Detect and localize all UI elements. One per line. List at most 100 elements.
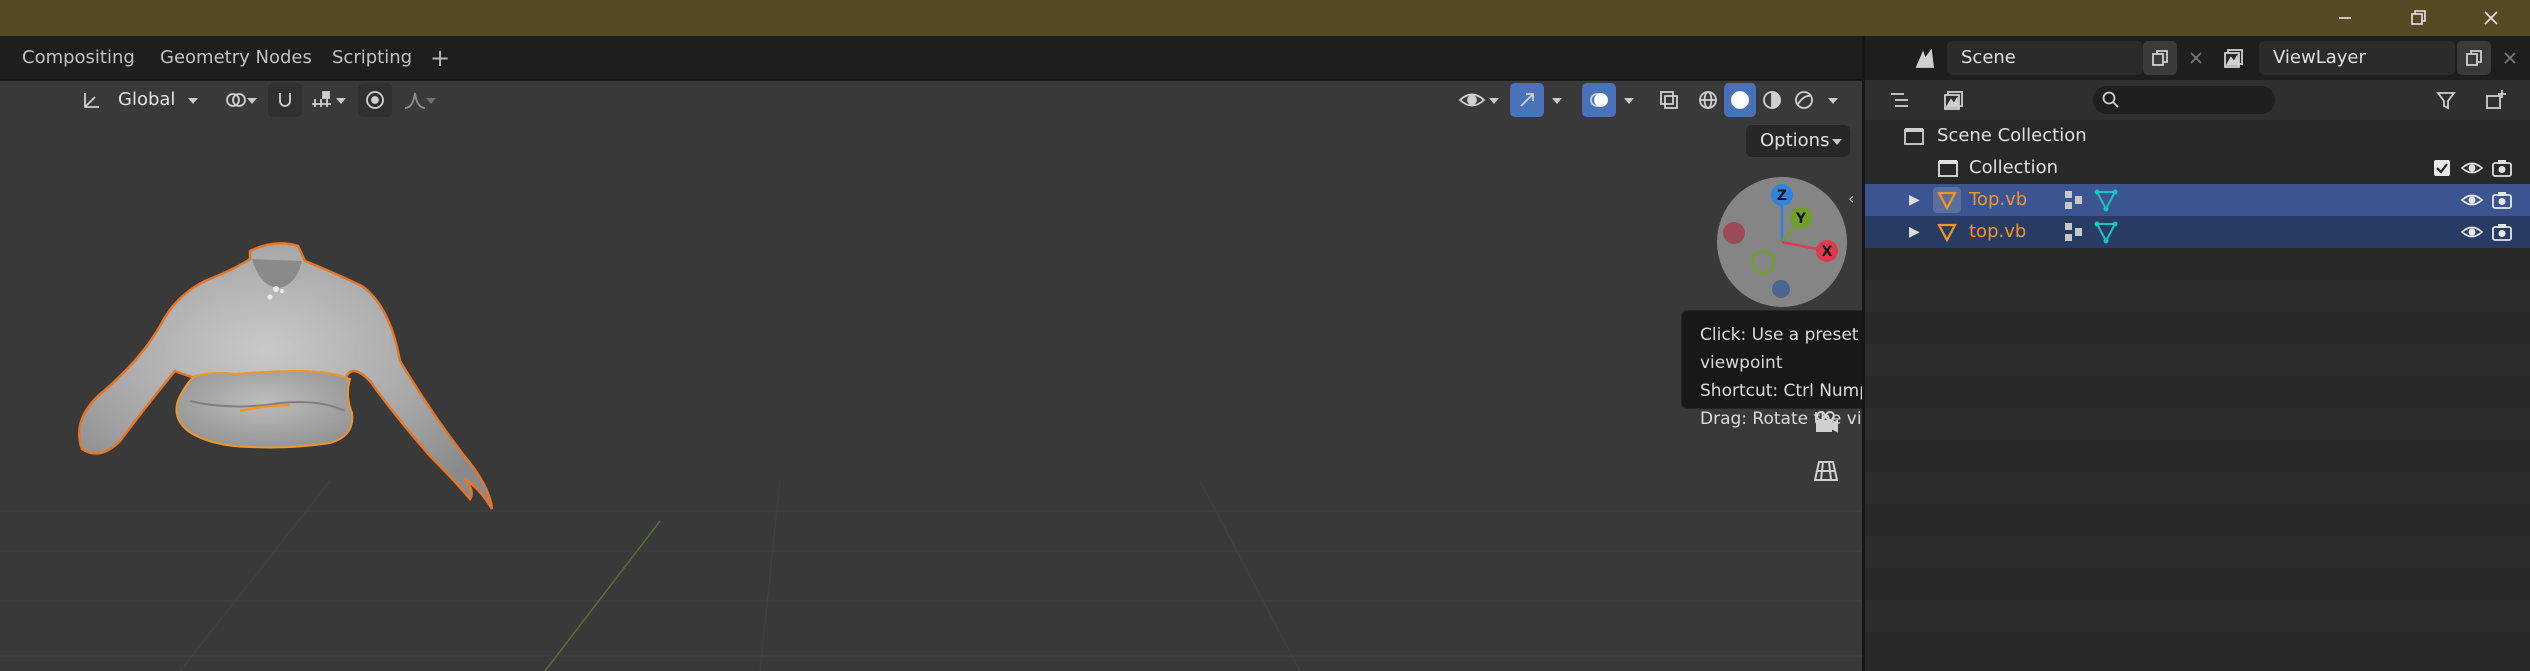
outliner-empty-row bbox=[1865, 600, 2530, 632]
gizmo-neg-y[interactable] bbox=[1750, 249, 1776, 275]
chevron-down-icon[interactable] bbox=[1624, 98, 1634, 104]
editor-type-button[interactable] bbox=[1879, 86, 1923, 114]
visibility-toggle-button[interactable] bbox=[1452, 83, 1492, 117]
outliner-collection[interactable]: Collection bbox=[1865, 152, 2530, 184]
filter-button[interactable] bbox=[2425, 86, 2471, 114]
display-mode-button[interactable] bbox=[1933, 86, 1977, 114]
outliner-panel: Scene ViewLayer Scene Collection Collect… bbox=[1862, 36, 2530, 671]
chevron-down-icon[interactable] bbox=[336, 98, 346, 104]
show-overlays-button[interactable] bbox=[1582, 83, 1616, 117]
tab-geometry-nodes[interactable]: Geometry Nodes bbox=[160, 44, 312, 72]
mesh-object-icon bbox=[1937, 223, 1957, 243]
minimize-button[interactable] bbox=[2310, 0, 2380, 36]
search-icon bbox=[2102, 91, 2119, 108]
duplicate-icon bbox=[2152, 50, 2168, 66]
new-collection-button[interactable] bbox=[2479, 86, 2513, 114]
options-button[interactable]: Options bbox=[1746, 125, 1850, 157]
new-view-layer-button[interactable] bbox=[2457, 41, 2491, 75]
sidebar-collapse-arrow[interactable]: ‹ bbox=[1848, 189, 1854, 208]
expand-arrow-icon[interactable]: ▶ bbox=[1909, 184, 1920, 216]
outliner-empty-row bbox=[1865, 472, 2530, 504]
navigation-gizmo[interactable]: Z Y X bbox=[1717, 177, 1847, 307]
view-layer-name[interactable]: ViewLayer bbox=[2273, 41, 2366, 75]
show-gizmo-button[interactable] bbox=[1510, 83, 1544, 117]
scene-name[interactable]: Scene bbox=[1961, 41, 2016, 75]
shading-solid-button[interactable] bbox=[1724, 83, 1756, 117]
shading-rendered-button[interactable] bbox=[1788, 83, 1820, 117]
y-axis-line bbox=[544, 520, 661, 671]
delete-view-layer-button[interactable] bbox=[2495, 41, 2525, 75]
camera-render-icon[interactable] bbox=[2491, 190, 2513, 210]
eye-icon[interactable] bbox=[2461, 223, 2483, 241]
shading-material-button[interactable] bbox=[1756, 83, 1788, 117]
view-layer-type-button[interactable] bbox=[2215, 42, 2255, 74]
new-scene-button[interactable] bbox=[2143, 41, 2177, 75]
mesh-object-icon bbox=[1937, 191, 1957, 211]
3d-viewport[interactable]: Global Options Z Y X ‹ Click: Use a pres… bbox=[0, 81, 1862, 671]
scene-selector[interactable]: Scene bbox=[1947, 41, 2143, 75]
view-layer-icon bbox=[1944, 91, 1963, 110]
modifier-wrench-icon[interactable] bbox=[2061, 188, 2087, 212]
xray-toggle-button[interactable] bbox=[1652, 83, 1686, 117]
outliner-empty-row bbox=[1865, 280, 2530, 312]
proportional-editing-icon bbox=[366, 91, 384, 109]
chevron-down-icon[interactable] bbox=[1552, 98, 1562, 104]
tab-scripting[interactable]: Scripting bbox=[332, 44, 412, 72]
minimize-icon bbox=[2339, 17, 2351, 19]
gizmo-neg-z[interactable] bbox=[1772, 280, 1790, 298]
tooltip-line: Shortcut: Ctrl Numpad 1 bbox=[1700, 381, 1862, 401]
shading-wireframe-button[interactable] bbox=[1692, 83, 1724, 117]
view-layer-selector[interactable]: ViewLayer bbox=[2259, 41, 2455, 75]
chevron-down-icon[interactable] bbox=[1828, 98, 1838, 104]
outliner-object-row[interactable]: ▶ Top.vb bbox=[1865, 184, 2530, 216]
delete-scene-button[interactable] bbox=[2181, 41, 2211, 75]
add-workspace-button[interactable]: + bbox=[430, 44, 450, 72]
restore-button[interactable] bbox=[2383, 0, 2453, 36]
transform-orientation-label[interactable]: Global bbox=[118, 83, 175, 117]
chevron-down-icon[interactable] bbox=[188, 98, 198, 104]
outliner-search-input[interactable] bbox=[2093, 86, 2275, 114]
eye-icon[interactable] bbox=[2461, 191, 2483, 209]
gizmo-y-label: Y bbox=[1795, 211, 1807, 227]
gizmo-z-label: Z bbox=[1777, 188, 1787, 204]
object-name[interactable]: top.vb bbox=[1969, 216, 2026, 248]
xray-icon bbox=[1660, 91, 1678, 109]
object-name[interactable]: Top.vb bbox=[1969, 184, 2027, 216]
expand-arrow-icon[interactable]: ▶ bbox=[1909, 216, 1920, 248]
eye-icon[interactable] bbox=[2461, 159, 2483, 177]
outliner-object-row[interactable]: ▶ top.vb bbox=[1865, 216, 2530, 248]
magnet-icon bbox=[279, 93, 291, 107]
camera-view-button[interactable] bbox=[1808, 404, 1844, 440]
outliner-icon bbox=[1891, 93, 1908, 107]
chevron-down-icon bbox=[1832, 139, 1842, 145]
transform-orientation-icon[interactable] bbox=[78, 83, 106, 117]
outliner-scene-collection[interactable]: Scene Collection bbox=[1865, 120, 2530, 152]
proportional-editing-button[interactable] bbox=[358, 83, 392, 117]
view-layer-icon bbox=[2224, 49, 2243, 68]
close-icon bbox=[2484, 11, 2498, 25]
snap-toggle-button[interactable] bbox=[268, 83, 302, 117]
outliner-empty-row bbox=[1865, 344, 2530, 376]
outliner-header bbox=[1865, 80, 2530, 120]
close-button[interactable] bbox=[2456, 0, 2526, 36]
perspective-toggle-button[interactable] bbox=[1808, 453, 1844, 489]
gizmo-tooltip: Click: Use a preset viewpoint Shortcut: … bbox=[1681, 310, 1862, 429]
mesh-data-icon[interactable] bbox=[2093, 187, 2119, 213]
mesh-data-icon[interactable] bbox=[2093, 219, 2119, 245]
modifier-wrench-icon[interactable] bbox=[2061, 220, 2087, 244]
gizmo-neg-x[interactable] bbox=[1723, 222, 1745, 244]
chevron-down-icon[interactable] bbox=[247, 98, 257, 104]
wireframe-sphere-icon bbox=[1699, 91, 1717, 109]
scene-type-button[interactable] bbox=[1907, 42, 1943, 74]
scene-collection-label[interactable]: Scene Collection bbox=[1937, 120, 2087, 152]
chevron-down-icon[interactable] bbox=[1489, 98, 1499, 104]
camera-render-icon[interactable] bbox=[2491, 222, 2513, 242]
tab-compositing[interactable]: Compositing bbox=[22, 44, 135, 72]
snap-increment-icon bbox=[312, 91, 331, 107]
tank-top-mesh[interactable] bbox=[175, 369, 354, 449]
checkbox-icon[interactable] bbox=[2433, 159, 2451, 177]
gizmo-arrow-icon bbox=[1520, 93, 1534, 107]
collection-label[interactable]: Collection bbox=[1969, 152, 2058, 184]
filter-icon bbox=[2436, 92, 2456, 110]
camera-render-icon[interactable] bbox=[2491, 158, 2513, 178]
